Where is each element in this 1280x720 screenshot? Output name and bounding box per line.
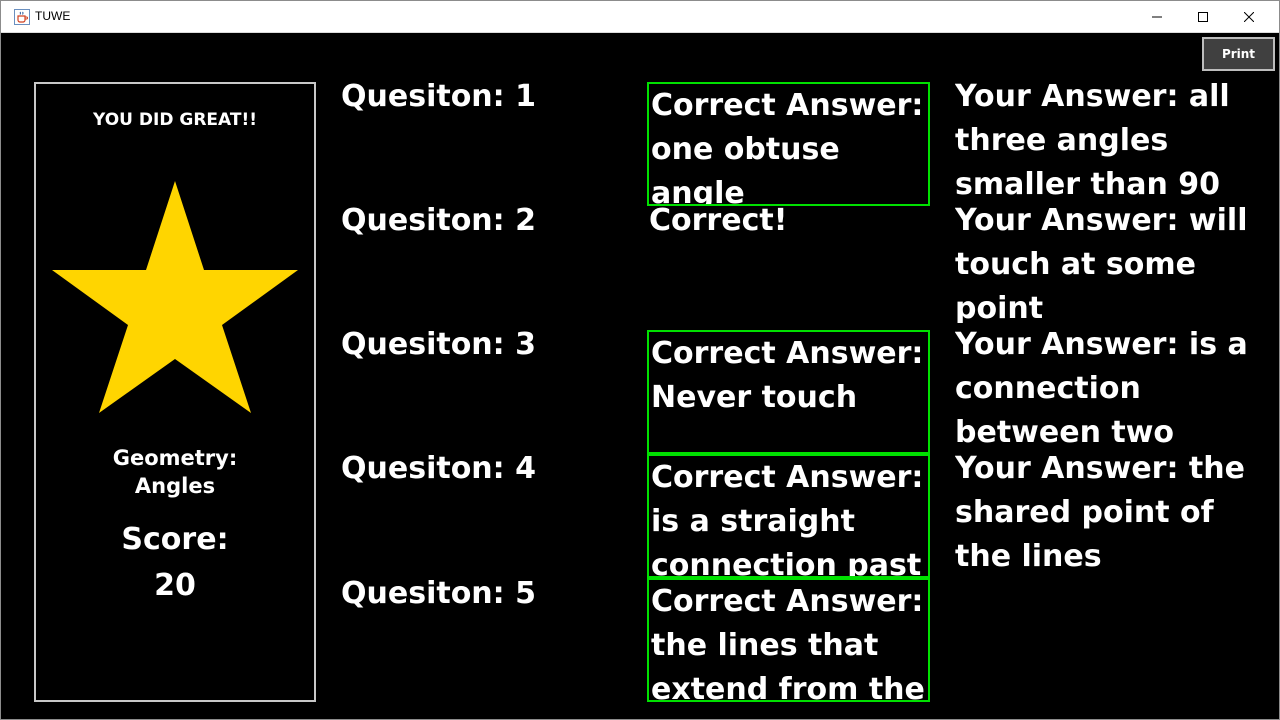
your-answer-2: Your Answer: will touch at some point (955, 203, 1248, 323)
your-answer-1: Your Answer: all three angles smaller th… (955, 79, 1230, 199)
java-cup-icon (14, 9, 30, 25)
question-label-3: Quesiton: 3 (341, 327, 536, 362)
title-bar[interactable]: TUWE (1, 1, 1279, 33)
correct-answer-text: Correct Answer: one obtuse angle (651, 88, 924, 206)
score-label: Score: (121, 522, 229, 557)
correct-answer-box-4: Correct Answer: is a straight connection… (647, 454, 930, 578)
correct-answer-text: Correct Answer: is a straight connection… (651, 460, 924, 578)
question-label-4: Quesiton: 4 (341, 451, 536, 486)
correct-answer-box-5: Correct Answer: the lines that extend fr… (647, 578, 930, 702)
quiz-subject: Geometry: Angles (36, 444, 314, 500)
close-icon (1244, 11, 1254, 22)
your-answer-3: Your Answer: is a connection between two (955, 327, 1248, 447)
app-window: TUWE Print YOU DID GREAT!! Geometry: Ang… (0, 0, 1280, 720)
star-icon (52, 181, 298, 413)
question-label-2: Quesiton: 2 (341, 203, 536, 238)
print-button[interactable]: Print (1202, 37, 1275, 71)
minimize-button[interactable] (1134, 1, 1180, 32)
result-summary-panel: YOU DID GREAT!! Geometry: Angles Score: … (34, 82, 316, 702)
subject-line-2: Angles (134, 474, 216, 498)
result-message: YOU DID GREAT!! (93, 110, 257, 130)
maximize-icon (1198, 11, 1208, 22)
results-content: Print YOU DID GREAT!! Geometry: Angles S… (1, 33, 1279, 719)
maximize-button[interactable] (1180, 1, 1226, 32)
correct-answer-text: Correct Answer: Never touch (651, 336, 924, 415)
subject-line-1: Geometry: (112, 446, 238, 470)
score-value: 20 (154, 568, 196, 603)
close-button[interactable] (1226, 1, 1272, 32)
correct-answer-box-3: Correct Answer: Never touch (647, 330, 930, 454)
window-title: TUWE (35, 9, 71, 23)
question-label-5: Quesiton: 5 (341, 576, 536, 611)
your-answer-4: Your Answer: the shared point of the lin… (955, 451, 1245, 571)
minimize-icon (1152, 16, 1162, 17)
correct-answer-text: Correct Answer: the lines that extend fr… (651, 584, 925, 702)
correct-indicator-2: Correct! (649, 203, 788, 238)
correct-answer-box-1: Correct Answer: one obtuse angle (647, 82, 930, 206)
question-label-1: Quesiton: 1 (341, 79, 536, 114)
